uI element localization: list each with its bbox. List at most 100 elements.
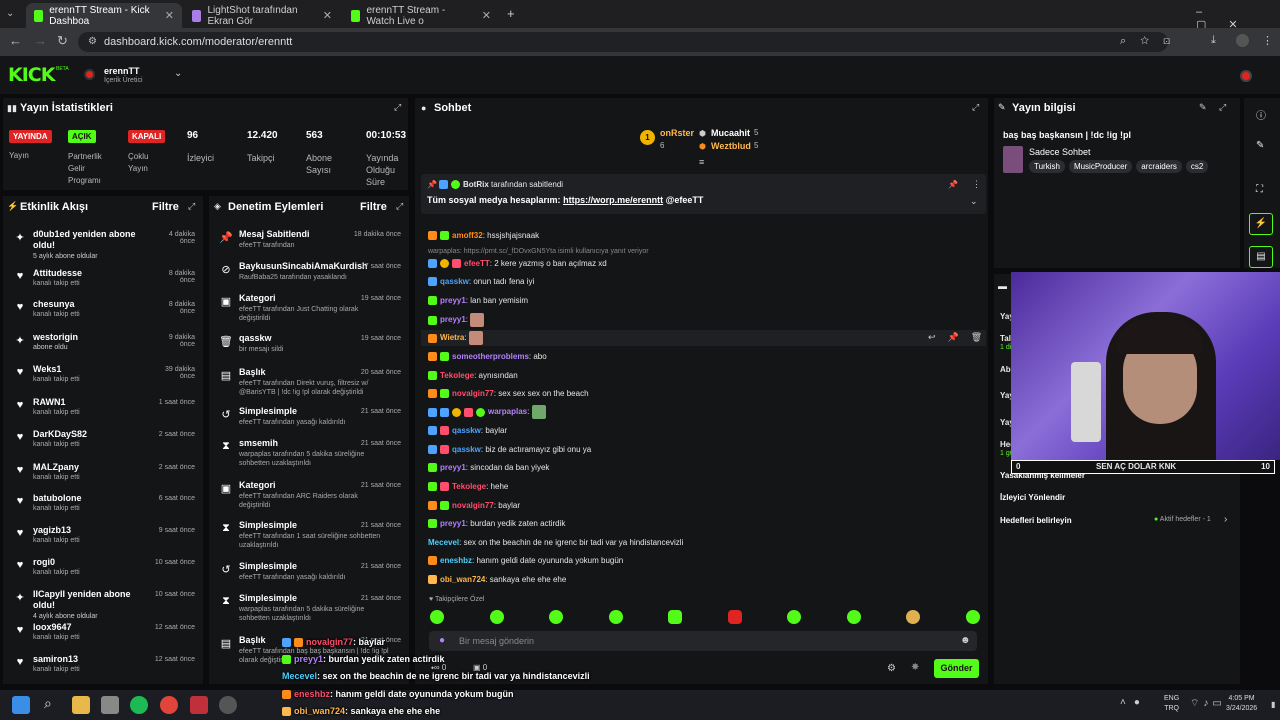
tag-chip[interactable]: Turkish xyxy=(1029,160,1065,173)
emote-image[interactable] xyxy=(906,610,921,624)
start-menu-icon[interactable] xyxy=(12,696,30,714)
tray-icons[interactable]: ˄● xyxy=(1120,697,1148,708)
chat-message[interactable]: qasskw: onun tadı fena iyi xyxy=(428,275,534,289)
site-info-icon[interactable]: ⚙ xyxy=(88,36,97,47)
emote-image[interactable] xyxy=(965,610,980,624)
chat-username[interactable]: preyy1 xyxy=(440,315,466,324)
clock[interactable]: 4:05 PM 3/24/2026 xyxy=(1226,694,1257,714)
close-tab-icon[interactable]: ✕ xyxy=(482,9,491,22)
chat-username[interactable]: obi_wan724 xyxy=(440,575,485,584)
chat-message[interactable]: Tekolege: aynısından xyxy=(428,369,518,383)
chat-username[interactable]: qasskw xyxy=(440,277,469,286)
chat-input[interactable]: ● Bir mesaj gönderin ☻ xyxy=(429,631,977,651)
chat-username[interactable]: qasskw xyxy=(452,426,481,435)
url-field[interactable]: dashboard.kick.com/moderator/erenntt xyxy=(78,32,1168,52)
chat-username[interactable]: warpaplas xyxy=(488,407,527,416)
tab-search-icon[interactable]: ⌄ xyxy=(6,8,14,19)
pinned-menu-icon[interactable]: ⋮ xyxy=(972,179,981,190)
file-explorer-icon[interactable] xyxy=(72,696,90,714)
app-icon[interactable] xyxy=(190,696,208,714)
chat-message[interactable]: Tekolege: hehe xyxy=(428,480,508,494)
unpin-icon[interactable]: 📌 xyxy=(948,180,958,189)
emote-image[interactable] xyxy=(846,610,861,624)
chevron-right-icon[interactable]: › xyxy=(1224,514,1227,525)
kick-logo[interactable]: KICK xyxy=(8,64,55,86)
chrome-icon[interactable] xyxy=(160,696,178,714)
emote-image[interactable] xyxy=(787,610,802,624)
chat-message[interactable]: qasskw: baylar xyxy=(428,424,507,438)
tab-lightshot[interactable]: LightShot tarafından Ekran Gör ✕ xyxy=(184,3,340,28)
chat-message[interactable]: preyy1: lan ban yemisim xyxy=(428,294,528,308)
expand-icon[interactable]: ⤢ xyxy=(188,201,195,212)
chat-username[interactable]: preyy1 xyxy=(440,463,466,472)
tag-chip[interactable]: MusicProducer xyxy=(1068,160,1133,173)
screen-icon[interactable]: ⛶ xyxy=(1256,184,1263,195)
emote-image[interactable] xyxy=(430,610,444,624)
chat-message[interactable]: someotherproblems: abo xyxy=(428,350,547,364)
expand-icon[interactable]: ⤢ xyxy=(396,201,403,212)
browser-toolbar-icons[interactable]: ⌕☆⊡ xyxy=(1120,35,1184,48)
expand-icon[interactable]: ⤢ xyxy=(972,102,979,113)
expand-icon[interactable]: ⤢ xyxy=(1219,102,1226,113)
chat-username[interactable]: efeeTT xyxy=(464,259,490,268)
input-language[interactable]: ENG TRQ xyxy=(1164,694,1179,714)
expand-icon[interactable]: ⤢ xyxy=(394,102,401,113)
emote-image[interactable] xyxy=(727,610,742,624)
chat-message[interactable]: obi_wan724: sankaya ehe ehe ehe xyxy=(428,573,566,587)
emote-bar[interactable] xyxy=(430,610,980,624)
chat-message[interactable]: novalgin77: baylar xyxy=(428,499,520,513)
chat-username[interactable]: Mecevel xyxy=(428,538,459,547)
chat-message[interactable]: novalgin77: sex sex sex on the beach xyxy=(428,387,589,401)
message-actions[interactable]: ↩📌🗑 xyxy=(928,332,994,343)
send-button[interactable]: Gönder xyxy=(934,659,979,678)
user-avatar[interactable] xyxy=(1240,70,1252,82)
lightning-button[interactable]: ⚡ xyxy=(1249,213,1273,235)
close-tab-icon[interactable]: ✕ xyxy=(165,9,174,22)
activity-filter-button[interactable]: Filtre xyxy=(152,201,179,213)
tab-kick-watch[interactable]: erennTT Stream - Watch Live o ✕ xyxy=(343,3,499,28)
pencil-icon[interactable]: ✎ xyxy=(1256,140,1264,151)
pinned-link[interactable]: https://worp.me/erenntt xyxy=(563,195,663,205)
profile-avatar[interactable] xyxy=(1236,34,1249,47)
notes-button[interactable]: ▤ xyxy=(1249,246,1273,268)
tab-kick-dashboard[interactable]: erennTT Stream - Kick Dashboa ✕ xyxy=(26,3,182,28)
chat-message[interactable]: preyy1: sincodan da ban yiyek xyxy=(428,461,549,475)
chat-username[interactable]: someotherproblems xyxy=(452,352,529,361)
chat-username[interactable]: preyy1 xyxy=(440,519,466,528)
chat-username[interactable]: qasskw xyxy=(452,445,481,454)
back-icon[interactable]: ← xyxy=(9,33,22,48)
channel-switch-chevron-icon[interactable]: ⌄ xyxy=(174,68,182,79)
download-icon[interactable]: ⤓ xyxy=(1211,34,1216,47)
notification-icon[interactable]: ▮ xyxy=(1271,700,1275,709)
info-icon[interactable]: ⓘ xyxy=(1256,107,1266,122)
emote-image[interactable] xyxy=(549,610,564,624)
app-icon[interactable] xyxy=(219,696,237,714)
chat-message[interactable]: warpaplas: xyxy=(428,405,546,419)
leaderboard-toggle-icon[interactable]: ≡ xyxy=(699,157,704,167)
forward-icon[interactable]: → xyxy=(34,33,47,48)
raid-link[interactable]: İzleyici Yönlendir xyxy=(1000,493,1065,502)
tag-chip[interactable]: arcraiders xyxy=(1136,160,1182,173)
chat-username[interactable]: novalgin77 xyxy=(452,501,494,510)
chat-username[interactable]: Tekolege xyxy=(452,482,486,491)
microphone-icon[interactable]: ● xyxy=(439,635,445,646)
reload-icon[interactable]: ↻ xyxy=(57,33,68,49)
chat-settings-icon[interactable]: ⚙ xyxy=(887,663,896,674)
emoji-icon[interactable]: ☻ xyxy=(960,635,971,646)
chat-username[interactable]: preyy1 xyxy=(440,296,466,305)
chat-username[interactable]: Wietra xyxy=(440,333,464,342)
moderation-filter-button[interactable]: Filtre xyxy=(360,201,387,213)
chat-username[interactable]: eneshbz xyxy=(440,556,472,565)
chat-message[interactable]: amoff32: hssjshjajsnaak xyxy=(428,229,539,243)
chat-message[interactable]: efeeTT: 2 kere yazmış o ban açılmaz xd xyxy=(428,257,607,271)
edit-icon[interactable]: ✎ xyxy=(1199,102,1207,113)
close-tab-icon[interactable]: ✕ xyxy=(323,9,332,22)
chat-message[interactable]: Wietra: xyxy=(428,331,483,345)
system-icons[interactable]: ⌔♪▭ xyxy=(1190,697,1226,710)
chat-username[interactable]: Tekolege xyxy=(440,371,474,380)
search-icon[interactable]: ⌕ xyxy=(44,695,52,712)
chat-username[interactable]: amoff32 xyxy=(452,231,483,240)
goals-link[interactable]: Hedefleri belirleyin xyxy=(1000,516,1072,525)
tag-chip[interactable]: cs2 xyxy=(1185,160,1209,173)
chat-username[interactable]: novalgin77 xyxy=(452,389,494,398)
